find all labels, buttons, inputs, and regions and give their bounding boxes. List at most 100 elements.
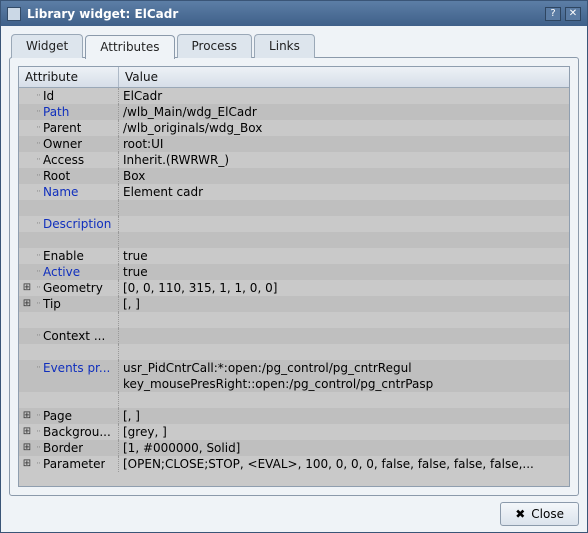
tree-dots: ·· <box>33 88 43 104</box>
attr-value[interactable]: [grey, ] <box>119 424 569 440</box>
attr-name: Events pr... <box>43 360 110 376</box>
attr-name: Path <box>43 104 69 120</box>
table-row[interactable]: ⊞··Backgrou...[grey, ] <box>19 424 569 440</box>
close-label: Close <box>531 507 564 521</box>
tree-dots: ·· <box>33 264 43 280</box>
tree-dots: ·· <box>33 152 43 168</box>
tab-process[interactable]: Process <box>177 34 253 58</box>
close-dialog-button[interactable]: ✖ Close <box>500 502 579 526</box>
attributes-table[interactable]: Attribute Value ··IdElCadr··Path/wlb_Mai… <box>18 66 570 487</box>
attr-cell: ⊞··Backgrou... <box>19 424 119 440</box>
col-attribute[interactable]: Attribute <box>19 67 119 87</box>
col-value[interactable]: Value <box>119 67 569 87</box>
table-row[interactable]: ··Ownerroot:UI <box>19 136 569 152</box>
tab-attributes[interactable]: Attributes <box>85 35 174 59</box>
table-row[interactable]: ··RootBox <box>19 168 569 184</box>
tree-dots: ·· <box>33 440 43 456</box>
tree-dots: ·· <box>33 328 43 344</box>
close-button[interactable]: ✕ <box>565 7 581 21</box>
attr-cell: ··Parent <box>19 120 119 136</box>
table-row[interactable]: ⊞··Geometry[0, 0, 110, 315, 1, 1, 0, 0] <box>19 280 569 296</box>
table-row[interactable]: ··Context ... <box>19 328 569 344</box>
expand-icon[interactable]: ⊞ <box>21 424 33 440</box>
table-row[interactable]: ··IdElCadr <box>19 88 569 104</box>
close-icon: ✖ <box>515 507 525 521</box>
table-row[interactable]: ··Description <box>19 216 569 232</box>
attr-name: Backgrou... <box>43 424 111 440</box>
attr-value[interactable] <box>119 216 569 232</box>
attr-value[interactable]: [, ] <box>119 296 569 312</box>
table-row[interactable]: ··AccessInherit.(RWRWR_) <box>19 152 569 168</box>
attr-name: Geometry <box>43 280 103 296</box>
expand-icon[interactable]: ⊞ <box>21 296 33 312</box>
attr-name: Id <box>43 88 54 104</box>
attr-cell: ··Events pr... <box>19 360 119 392</box>
attr-cell: ⊞··Parameter <box>19 456 119 472</box>
attr-value[interactable]: /wlb_originals/wdg_Box <box>119 120 569 136</box>
attr-value[interactable]: ElCadr <box>119 88 569 104</box>
attr-name: Description <box>43 216 111 232</box>
attr-value[interactable]: [, ] <box>119 408 569 424</box>
attr-value[interactable] <box>119 328 569 344</box>
tree-dots: ·· <box>33 296 43 312</box>
spacer-row <box>19 312 569 328</box>
attr-cell: ··Id <box>19 88 119 104</box>
tree-dots: ·· <box>33 456 43 472</box>
table-row[interactable]: ··NameElement cadr <box>19 184 569 200</box>
attr-cell: ⊞··Geometry <box>19 280 119 296</box>
attr-value[interactable]: [0, 0, 110, 315, 1, 1, 0, 0] <box>119 280 569 296</box>
expand-icon[interactable]: ⊞ <box>21 456 33 472</box>
attr-cell: ··Name <box>19 184 119 200</box>
expand-icon[interactable]: ⊞ <box>21 408 33 424</box>
attr-value[interactable]: true <box>119 248 569 264</box>
attr-cell: ··Description <box>19 216 119 232</box>
table-row[interactable]: ⊞··Border[1, #000000, Solid] <box>19 440 569 456</box>
attr-value[interactable]: [OPEN;CLOSE;STOP, <EVAL>, 100, 0, 0, 0, … <box>119 456 569 472</box>
tree-dots: ·· <box>33 216 43 232</box>
tab-widget[interactable]: Widget <box>11 34 83 58</box>
table-row[interactable]: ··Path/wlb_Main/wdg_ElCadr <box>19 104 569 120</box>
table-row[interactable]: ··Events pr...usr_PidCntrCall:*:open:/pg… <box>19 360 569 392</box>
attr-value[interactable]: usr_PidCntrCall:*:open:/pg_control/pg_cn… <box>119 360 569 392</box>
attr-cell: ··Root <box>19 168 119 184</box>
attr-name: Page <box>43 408 72 424</box>
attr-value[interactable]: [1, #000000, Solid] <box>119 440 569 456</box>
table-header: Attribute Value <box>19 67 569 88</box>
dialog-footer: ✖ Close <box>9 496 579 526</box>
table-row[interactable]: ⊞··Parameter[OPEN;CLOSE;STOP, <EVAL>, 10… <box>19 456 569 472</box>
table-row[interactable]: ⊞··Tip[, ] <box>19 296 569 312</box>
attr-value[interactable]: Element cadr <box>119 184 569 200</box>
tree-dots: ·· <box>33 424 43 440</box>
attr-value[interactable]: Inherit.(RWRWR_) <box>119 152 569 168</box>
attr-value[interactable]: root:UI <box>119 136 569 152</box>
table-row[interactable]: ⊞··Page[, ] <box>19 408 569 424</box>
table-row[interactable]: ··Activetrue <box>19 264 569 280</box>
expand-icon[interactable]: ⊞ <box>21 280 33 296</box>
attr-name: Owner <box>43 136 82 152</box>
spacer-row <box>19 200 569 216</box>
attr-cell: ⊞··Border <box>19 440 119 456</box>
attr-name: Enable <box>43 248 84 264</box>
help-button[interactable]: ? <box>545 7 561 21</box>
tab-links[interactable]: Links <box>254 34 315 58</box>
table-row[interactable]: ··Enable true <box>19 248 569 264</box>
spacer-row <box>19 232 569 248</box>
tab-panel: Attribute Value ··IdElCadr··Path/wlb_Mai… <box>9 57 579 496</box>
attr-cell: ··Path <box>19 104 119 120</box>
expand-icon[interactable]: ⊞ <box>21 440 33 456</box>
titlebar[interactable]: Library widget: ElCadr ? ✕ <box>1 1 587 26</box>
attr-cell: ··Context ... <box>19 328 119 344</box>
dialog-window: Library widget: ElCadr ? ✕ Widget Attrib… <box>0 0 588 533</box>
tree-dots: ·· <box>33 360 43 376</box>
table-row[interactable]: ··Parent/wlb_originals/wdg_Box <box>19 120 569 136</box>
attr-value[interactable]: Box <box>119 168 569 184</box>
tree-dots: ·· <box>33 248 43 264</box>
attr-value[interactable]: /wlb_Main/wdg_ElCadr <box>119 104 569 120</box>
attr-name: Parameter <box>43 456 105 472</box>
attr-value[interactable]: true <box>119 264 569 280</box>
attr-name: Border <box>43 440 83 456</box>
attr-cell: ··Active <box>19 264 119 280</box>
client-area: Widget Attributes Process Links Attribut… <box>1 26 587 532</box>
attr-name: Parent <box>43 120 81 136</box>
tree-dots: ·· <box>33 104 43 120</box>
